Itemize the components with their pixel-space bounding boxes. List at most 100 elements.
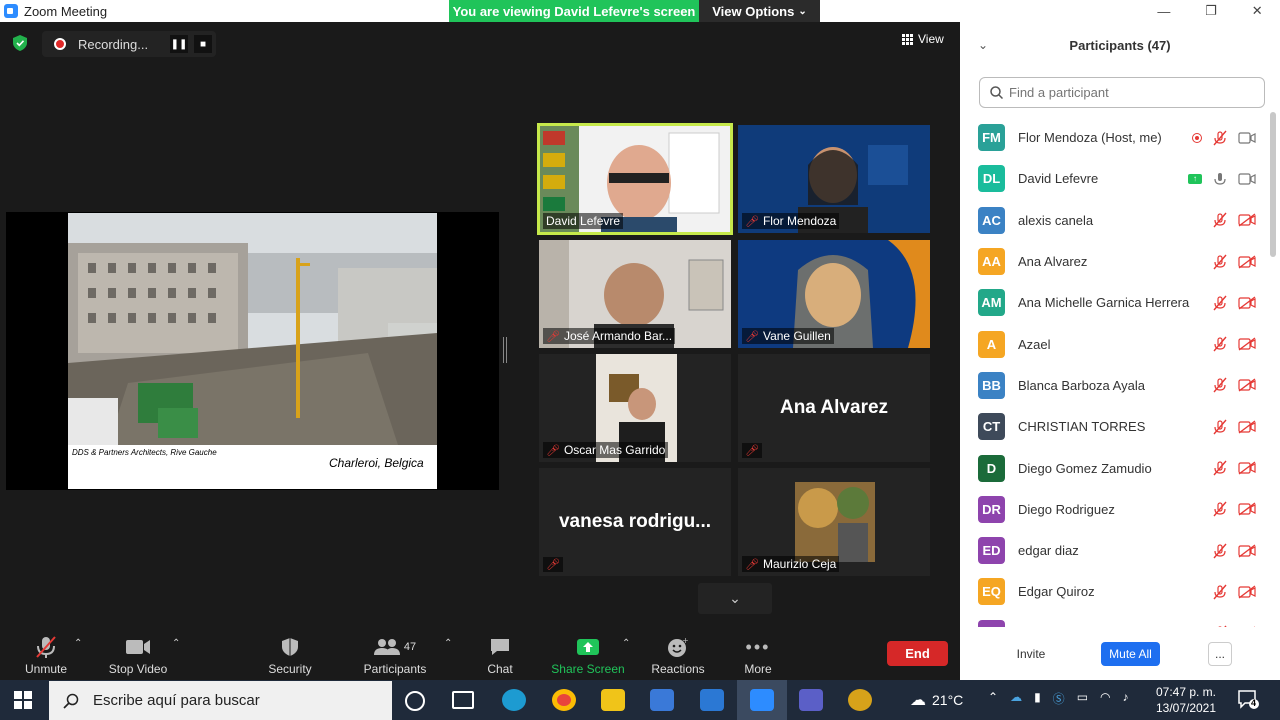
video-off-icon[interactable] — [1238, 337, 1256, 351]
microphone-muted-icon[interactable] — [1212, 460, 1228, 476]
avatar: AA — [978, 248, 1005, 276]
tile-name-label: 🎤︎ — [742, 443, 762, 458]
participant-list-scrollbar[interactable] — [1270, 112, 1276, 257]
mail-icon[interactable] — [700, 689, 724, 711]
participant-search-box[interactable] — [979, 77, 1265, 108]
cortana-icon[interactable] — [405, 691, 425, 711]
participant-row[interactable]: ED edgar diaz — [960, 530, 1268, 571]
teams-icon[interactable] — [799, 689, 823, 711]
video-tile[interactable]: 🎤︎ Vane Guillen — [738, 240, 930, 348]
taskbar-search-box[interactable]: Escribe aquí para buscar — [49, 681, 392, 720]
microphone-muted-icon[interactable] — [1212, 419, 1228, 435]
volume-icon[interactable]: ♪ — [1123, 690, 1129, 707]
chrome-browser-icon[interactable] — [552, 689, 576, 711]
video-off-icon[interactable] — [1238, 378, 1256, 392]
microphone-muted-icon[interactable] — [1212, 336, 1228, 352]
participant-row[interactable]: BB Blanca Barboza Ayala — [960, 365, 1268, 406]
video-tile[interactable]: 🎤︎ Maurizio Ceja — [738, 468, 930, 576]
zoom-taskbar-icon[interactable] — [750, 689, 774, 711]
video-camera-icon[interactable] — [1238, 131, 1256, 145]
task-view-icon[interactable] — [452, 691, 474, 709]
video-off-icon[interactable] — [1238, 420, 1256, 434]
video-off-icon[interactable] — [1238, 461, 1256, 475]
microphone-muted-icon[interactable] — [1212, 584, 1228, 600]
more-button[interactable]: ••• More — [738, 632, 778, 677]
minimize-icon[interactable]: — — [1157, 4, 1170, 19]
taskbar-clock[interactable]: 07:47 p. m. 13/07/2021 — [1150, 684, 1222, 716]
share-options-caret[interactable]: ⌃ — [622, 638, 630, 649]
participant-row[interactable]: ER Elena Ramírez — [960, 613, 1268, 627]
participants-button[interactable]: 47 Participants — [360, 632, 430, 676]
unmute-button[interactable]: Unmute — [22, 632, 70, 676]
share-screen-button[interactable]: Share Screen — [550, 632, 626, 676]
participant-row[interactable]: D Diego Gomez Zamudio — [960, 447, 1268, 488]
video-off-icon[interactable] — [1238, 254, 1256, 269]
video-tile[interactable]: Ana Alvarez 🎤︎ — [738, 354, 930, 462]
video-off-icon[interactable] — [1238, 626, 1256, 627]
video-off-icon[interactable] — [1238, 544, 1256, 558]
action-center-button[interactable]: 4 — [1237, 688, 1259, 710]
weather-widget[interactable]: ☁ 21°C — [910, 690, 963, 710]
app-icon[interactable] — [848, 689, 872, 711]
audio-options-caret[interactable]: ⌃ — [74, 638, 82, 649]
participant-row[interactable]: DL David Lefevre ↑ — [960, 158, 1268, 199]
close-icon[interactable]: ✕ — [1252, 3, 1263, 19]
view-layout-button[interactable]: View — [902, 32, 944, 46]
skype-icon[interactable]: Ⓢ — [1053, 690, 1065, 707]
reactions-button[interactable]: + Reactions — [648, 632, 708, 676]
stop-video-button[interactable]: Stop Video — [106, 632, 170, 676]
microphone-muted-icon[interactable] — [1212, 130, 1228, 146]
participants-options-caret[interactable]: ⌃ — [444, 638, 452, 649]
video-tile[interactable]: 🎤︎ José Armando Bar... — [539, 240, 731, 348]
invite-button[interactable]: Invite — [1006, 642, 1056, 666]
participant-row[interactable]: EQ Edgar Quiroz — [960, 571, 1268, 612]
microphone-icon[interactable] — [1212, 171, 1228, 187]
participant-row[interactable]: AC alexis canela — [960, 200, 1268, 241]
microphone-muted-icon[interactable] — [1212, 377, 1228, 393]
participant-row[interactable]: CT CHRISTIAN TORRES — [960, 406, 1268, 447]
microphone-muted-icon[interactable] — [1212, 625, 1228, 627]
file-explorer-icon[interactable] — [601, 689, 625, 711]
battery-icon[interactable]: ▭ — [1077, 690, 1088, 707]
panel-more-button[interactable]: ... — [1208, 642, 1232, 666]
wifi-icon[interactable]: ◠ — [1100, 690, 1110, 707]
microsoft-store-icon[interactable] — [650, 689, 674, 711]
restore-icon[interactable]: ❐ — [1205, 3, 1217, 19]
onedrive-cloud-icon[interactable]: ☁ — [1010, 690, 1022, 707]
video-off-icon[interactable] — [1238, 213, 1256, 227]
windows-start-icon[interactable] — [14, 691, 32, 709]
edge-browser-icon[interactable] — [502, 689, 526, 711]
participant-row[interactable]: AA Ana Alvarez — [960, 241, 1268, 282]
video-off-icon[interactable] — [1238, 296, 1256, 310]
video-tile[interactable]: vanesa rodrigu... 🎤︎ — [539, 468, 731, 576]
pause-recording-button[interactable]: ❚❚ — [170, 35, 188, 53]
end-meeting-button[interactable]: End — [887, 641, 948, 666]
video-off-icon[interactable] — [1238, 502, 1256, 516]
participant-row[interactable]: DR Diego Rodriguez — [960, 489, 1268, 530]
participant-search-input[interactable] — [1009, 85, 1239, 100]
video-tile[interactable]: 🎤︎ Flor Mendoza — [738, 125, 930, 233]
video-camera-icon[interactable] — [1238, 172, 1256, 186]
video-tile[interactable]: 🎤︎ Oscar Mas Garrido — [539, 354, 731, 462]
video-options-caret[interactable]: ⌃ — [172, 638, 180, 649]
encryption-shield-icon[interactable] — [13, 35, 27, 51]
microphone-muted-icon[interactable] — [1212, 501, 1228, 517]
security-button[interactable]: Security — [265, 632, 315, 676]
mute-all-button[interactable]: Mute All — [1101, 642, 1160, 666]
participant-row[interactable]: A Azael — [960, 323, 1268, 364]
microphone-muted-icon[interactable] — [1212, 543, 1228, 559]
microphone-muted-icon[interactable] — [1212, 254, 1228, 270]
chevron-up-icon[interactable]: ⌃ — [988, 690, 998, 707]
gallery-next-page-button[interactable]: ⌄ — [698, 583, 772, 614]
usb-icon[interactable]: ▮ — [1034, 690, 1041, 707]
microphone-muted-icon[interactable] — [1212, 212, 1228, 228]
stop-recording-button[interactable]: ■ — [194, 35, 212, 53]
view-options-button[interactable]: View Options ⌄ — [699, 0, 820, 22]
participant-row[interactable]: AM Ana Michelle Garnica Herrera — [960, 282, 1268, 323]
splitter-handle[interactable] — [503, 337, 507, 363]
video-off-icon[interactable] — [1238, 585, 1256, 599]
participant-row[interactable]: FM Flor Mendoza (Host, me) — [960, 117, 1268, 158]
video-tile[interactable]: David Lefevre — [537, 123, 733, 235]
chat-button[interactable]: Chat — [480, 632, 520, 676]
microphone-muted-icon[interactable] — [1212, 295, 1228, 311]
